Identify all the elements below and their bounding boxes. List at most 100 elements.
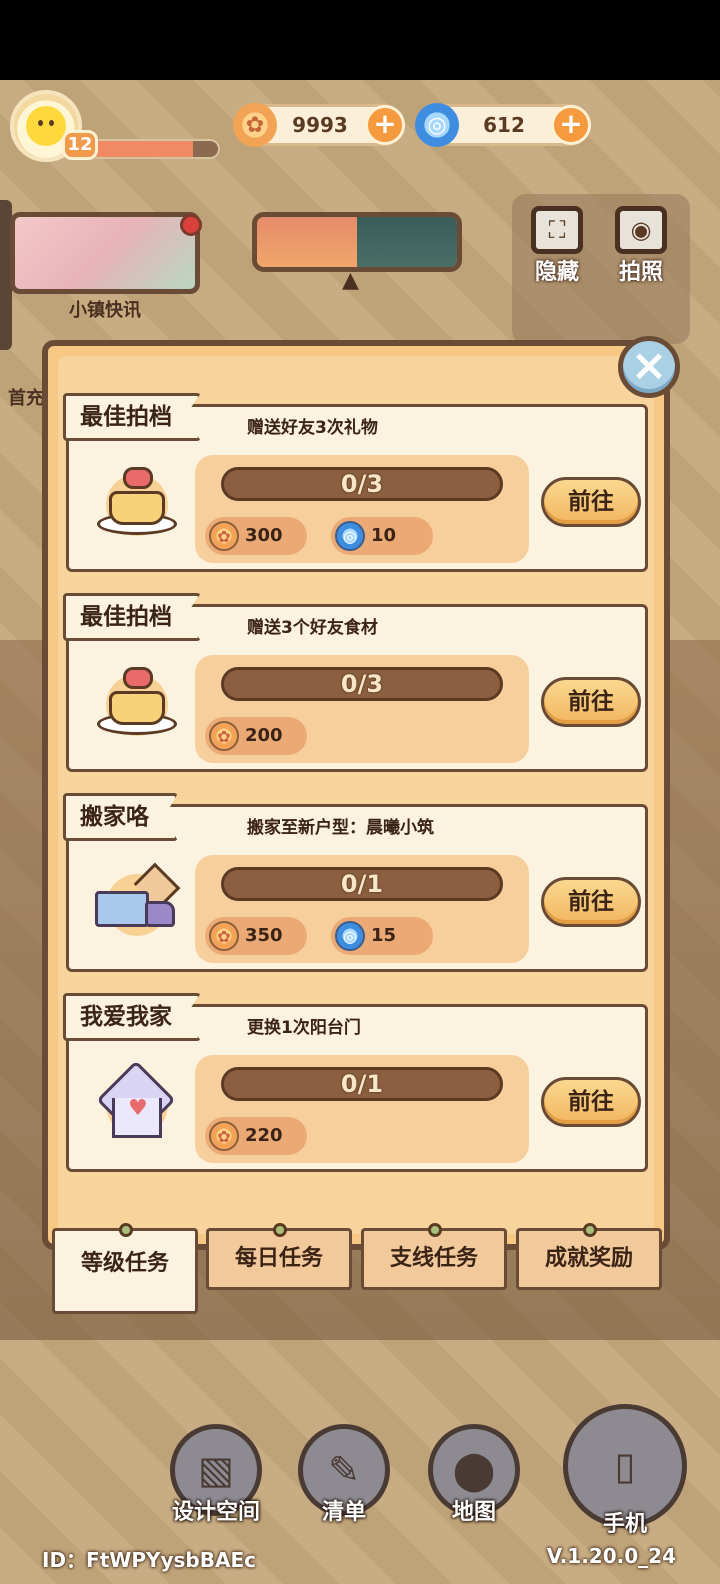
task-tag: 最佳拍档 [63,393,201,441]
gold-coin-icon: ✿ [233,103,277,147]
gold-amount: 9993 [292,113,348,137]
list-button[interactable]: ✎ 清单 [294,1424,394,1526]
add-gold-button[interactable]: + [365,105,405,145]
task-progress-text: 0/1 [340,870,384,898]
sun-day-icon [257,217,357,267]
cake-icon [89,457,185,553]
gold-coin-icon: ✿ [209,921,239,951]
blue-swirl-gem-icon: ◎ [335,521,365,551]
task-progress-box: 0/3 ✿ 200 [195,655,529,763]
phone-button[interactable]: ▯ 手机 [562,1404,688,1538]
photo-button[interactable]: ◉ 拍照 [606,206,676,286]
task-tag: 我爱我家 [63,993,201,1041]
blue-swirl-gem-icon: ◎ [415,103,459,147]
pin-icon [119,1223,133,1237]
tab-achievement-rewards[interactable]: 成就奖励 [516,1223,662,1290]
hide-button[interactable]: ⛶ 隐藏 [522,206,592,286]
version-label: V.1.20.0_24 [546,1544,676,1568]
task-progress-bar: 0/1 [221,867,503,901]
gold-reward: ✿ 350 [205,917,307,955]
task-card: 我爱我家 更换1次阳台门 ♥ 0/1 ✿ 220 前往 [63,993,648,1172]
phone-label: 手机 [602,1512,647,1537]
task-progress-bar: 0/3 [221,467,503,501]
gold-reward: ✿ 300 [205,517,307,555]
town-news-thumbnail[interactable] [10,212,200,294]
task-progress-text: 0/1 [340,1070,384,1098]
list-label: 清单 [321,1500,366,1525]
tab-label: 每日任务 [234,1246,323,1271]
gem-amount: 612 [483,113,525,137]
cake-icon [89,657,185,753]
bee-avatar-icon [26,106,66,146]
go-button[interactable]: 前往 [541,677,641,727]
town-news-label: 小镇快讯 [69,300,141,321]
add-gem-button[interactable]: + [551,105,591,145]
tab-label: 支线任务 [389,1246,478,1271]
tab-level-tasks[interactable]: 等级任务 [52,1223,198,1314]
camera-icon: ◉ [615,206,667,254]
photo-label: 拍照 [618,260,663,285]
pin-icon [583,1223,597,1237]
heart-house-icon: ♥ [89,1057,185,1153]
xp-progress-fill [92,141,193,157]
hide-label: 隐藏 [534,260,579,285]
task-progress-box: 0/1 ✿ 220 [195,1055,529,1163]
gold-reward: ✿ 220 [205,1117,307,1155]
gold-coin-icon: ✿ [209,1121,239,1151]
task-tag: 搬家咯 [63,793,178,841]
pin-icon [428,1223,442,1237]
map-button[interactable]: ⬤ 地图 [424,1424,524,1526]
gem-reward: ◎ 15 [331,917,433,955]
tab-side-tasks[interactable]: 支线任务 [361,1223,507,1290]
go-button[interactable]: 前往 [541,477,641,527]
reward-amount: 220 [245,1125,283,1146]
reward-amount: 200 [245,725,283,746]
close-button[interactable]: × [618,336,680,398]
design-space-button[interactable]: ▧ 设计空间 [166,1424,266,1526]
moon-night-icon [357,217,457,267]
triangle-pointer-icon: ▲ [342,268,359,293]
reward-amount: 300 [245,525,283,546]
xp-progress-bar [90,139,220,159]
gem-currency-display: ◎ 612 + [415,103,591,147]
task-description: 赠送3个好友食材 [247,618,378,638]
task-progress-bar: 0/1 [221,1067,503,1101]
gold-coin-icon: ✿ [209,521,239,551]
gold-reward: ✿ 200 [205,717,307,755]
tab-daily-tasks[interactable]: 每日任务 [206,1223,352,1290]
task-card: 搬家咯 搬家至新户型：晨曦小筑 0/1 ✿ 350 ◎ 15 前往 [63,793,648,972]
moving-truck-icon [89,857,185,953]
day-night-toggle[interactable] [252,212,462,272]
map-label: 地图 [451,1500,496,1525]
task-progress-box: 0/3 ✿ 300 ◎ 10 [195,455,529,563]
tab-label: 成就奖励 [544,1246,633,1271]
reward-amount: 15 [371,925,397,946]
gem-reward: ◎ 10 [331,517,433,555]
pin-icon [273,1223,287,1237]
reward-amount: 10 [371,525,397,546]
gold-currency-display: ✿ 9993 + [233,103,405,147]
go-button[interactable]: 前往 [541,877,641,927]
task-card: 最佳拍档 赠送好友3次礼物 0/3 ✿ 300 ◎ 10 前往 [63,393,648,572]
task-progress-text: 0/3 [340,670,384,698]
task-progress-bar: 0/3 [221,667,503,701]
player-id: ID：FtWPYysbBAEc [42,1548,256,1572]
reward-amount: 350 [245,925,283,946]
task-description: 搬家至新户型：晨曦小筑 [247,818,434,838]
notification-dot [180,214,202,236]
task-description: 赠送好友3次礼物 [247,418,378,438]
system-status-bar [0,0,720,80]
design-space-label: 设计空间 [171,1500,260,1525]
tab-label: 等级任务 [80,1251,169,1276]
task-card: 最佳拍档 赠送3个好友食材 0/3 ✿ 200 前往 [63,593,648,772]
first-recharge-label[interactable]: 首充 [8,384,44,410]
hide-frame-icon: ⛶ [531,206,583,254]
task-progress-text: 0/3 [340,470,384,498]
level-badge: 12 [62,130,98,160]
go-button[interactable]: 前往 [541,1077,641,1127]
task-progress-box: 0/1 ✿ 350 ◎ 15 [195,855,529,963]
blue-swirl-gem-icon: ◎ [335,921,365,951]
task-description: 更换1次阳台门 [247,1018,361,1038]
task-tag: 最佳拍档 [63,593,201,641]
gold-coin-icon: ✿ [209,721,239,751]
